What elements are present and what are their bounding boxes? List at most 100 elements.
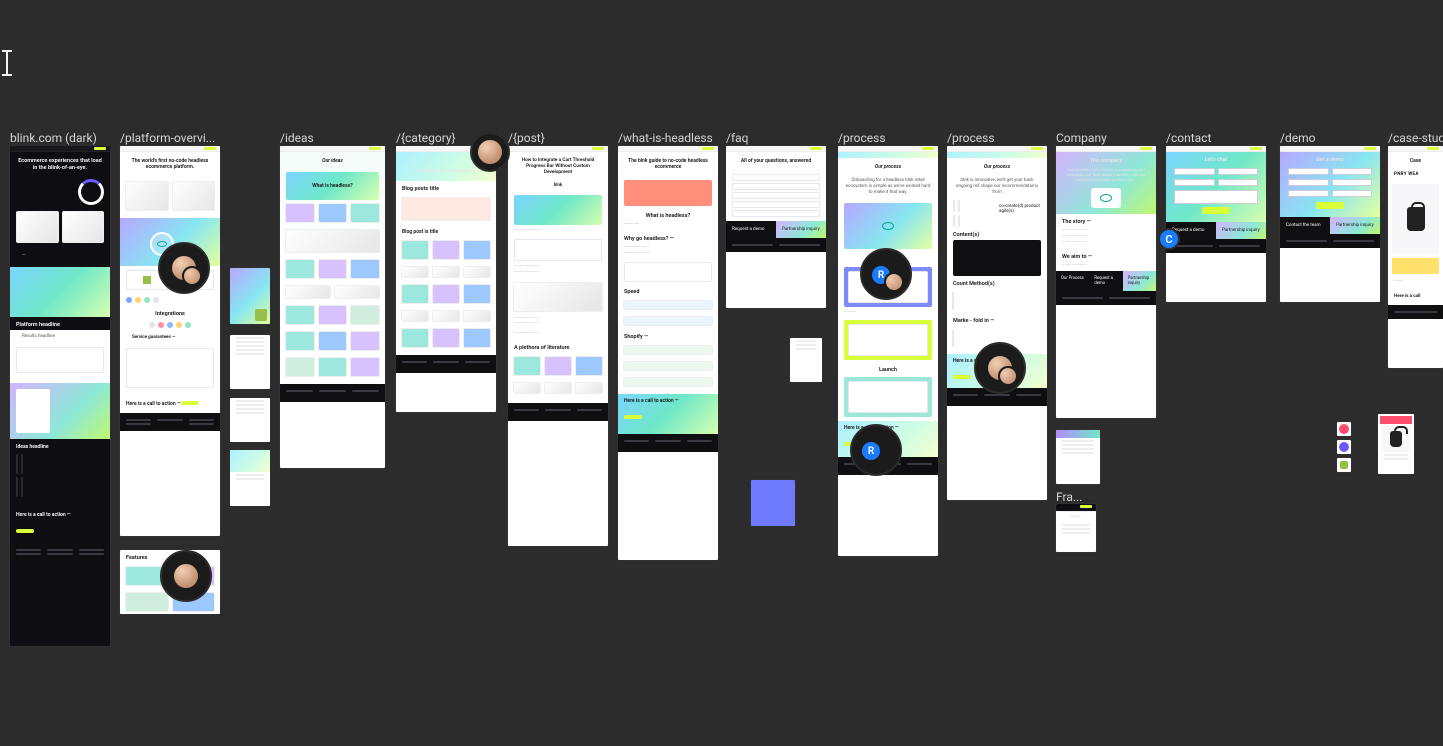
presence-avatar-3[interactable] — [470, 132, 510, 172]
frame-faq-asset-1[interactable] — [790, 338, 822, 382]
frame-platform-asset-1[interactable] — [230, 268, 270, 324]
category-blog-title: Blog posts title — [396, 181, 496, 194]
process2-subtitle: blnk is innovative, we'll get your back … — [947, 178, 1047, 200]
process2-make-heading: Marke - fold in — — [947, 313, 1047, 326]
process1-launch-heading: Launch — [838, 362, 938, 375]
demo-title: Get a demo — [1288, 157, 1372, 163]
avatar-letter: R — [860, 440, 882, 462]
frame-platform[interactable]: The world's first no-code headless ecomm… — [120, 146, 220, 536]
dot-icon — [1339, 424, 1349, 434]
frame-faq-asset-2[interactable] — [751, 480, 795, 526]
demo-submit-button[interactable] — [1316, 202, 1344, 209]
ideas-question: What is headless? — [312, 183, 352, 189]
frame-label-company[interactable]: Company — [1056, 131, 1107, 145]
presence-avatar-7[interactable]: C — [1158, 228, 1180, 250]
frame-company[interactable]: The company blnk provides full e-Comm to… — [1056, 146, 1156, 418]
company-title: The company — [1062, 158, 1150, 164]
platform-integrations-heading: Integrations — [120, 306, 220, 319]
frame-label-case[interactable]: /case-stud — [1388, 131, 1443, 145]
frame-label-process2[interactable]: /process — [947, 131, 995, 145]
contact-submit-button[interactable] — [1202, 207, 1230, 214]
frame-demo[interactable]: Get a demo Contact the team Partnership … — [1280, 146, 1380, 302]
post-literature-heading: A plethora of literature — [508, 340, 608, 353]
case-brand: PNRY WEA — [1388, 172, 1443, 182]
dot-icon — [1339, 442, 1349, 452]
frame-label-process1[interactable]: /process — [838, 131, 886, 145]
headless-hero: The blnk guide to no-code headless ecomm… — [618, 152, 718, 178]
eye-icon — [1100, 194, 1112, 202]
faq-partner-card[interactable]: Partnership inquiry — [776, 221, 826, 238]
frame-platform-asset-4[interactable] — [230, 450, 270, 506]
frame-case-study[interactable]: Case PNRY WEA ........ Here is a call — [1388, 146, 1443, 368]
frame-label-home[interactable]: blink.com (dark) — [10, 131, 97, 145]
faq-demo-card[interactable]: Request a demo — [726, 221, 776, 238]
frame-label-faq[interactable]: /faq — [726, 131, 748, 145]
platform-cta: Here is a call to action — — [126, 401, 181, 407]
frame-process-1[interactable]: Our process Onboarding for a headless bl… — [838, 146, 938, 556]
frame-platform-asset-2[interactable] — [230, 335, 270, 389]
frame-platform-asset-3[interactable] — [230, 398, 270, 442]
text-cursor — [6, 52, 8, 74]
frame-company-asset[interactable] — [1056, 430, 1100, 484]
headless-speed-heading: Speed — [618, 284, 718, 297]
frame-label-headless[interactable]: /what-is-headless — [618, 131, 713, 145]
frame-label-post[interactable]: /{post} — [508, 131, 545, 145]
headless-why-heading: Why go headless? — — [618, 231, 718, 244]
frame-faq[interactable]: All of your questions, answered Request … — [726, 146, 826, 308]
frame-company-brand[interactable]: blnk — [1056, 504, 1096, 552]
design-canvas[interactable]: blink.com (dark) /platform-overvi... /id… — [0, 0, 1443, 746]
frame-label-demo[interactable]: /demo — [1280, 131, 1315, 145]
frame-category[interactable]: Ecommerce commerce Blog posts title Blog… — [396, 146, 496, 412]
process1-subtitle: Onboarding for a headless blnk retail ec… — [838, 178, 938, 200]
headless-cta: Here is a call to action — — [624, 398, 679, 404]
backpack-icon — [1390, 431, 1402, 447]
presence-avatar-4[interactable]: R — [860, 248, 912, 300]
frame-label-extra[interactable]: Fra... — [1056, 490, 1082, 504]
process2-content-heading: Content(s) — [947, 227, 1047, 240]
demo-contact-card[interactable]: Contact the team — [1280, 217, 1330, 234]
headless-what-heading: What is headless? — [618, 208, 718, 221]
ideas-title: Our ideas — [280, 152, 385, 172]
company-story-heading: The story — — [1056, 214, 1156, 227]
frame-headless[interactable]: The blnk guide to no-code headless ecomm… — [618, 146, 718, 560]
frame-label-ideas[interactable]: /ideas — [280, 131, 314, 145]
presence-avatar-5[interactable]: R — [850, 424, 902, 476]
demo-partner-card[interactable]: Partnership inquiry — [1330, 217, 1380, 234]
frame-contact[interactable]: Let's chat Request a demo Partnership in… — [1166, 146, 1266, 302]
category-post-title: Blog post is title — [396, 224, 496, 237]
presence-avatar-6[interactable] — [974, 342, 1026, 394]
case-title: Case — [1388, 152, 1443, 172]
frame-label-category[interactable]: /{category} — [396, 131, 456, 145]
eye-icon — [157, 241, 167, 247]
presence-avatar-1[interactable] — [158, 242, 210, 294]
frame-label-contact[interactable]: /contact — [1166, 131, 1211, 145]
frame-demo-asset-2[interactable] — [1337, 440, 1351, 454]
company-aim-heading: We aim to — — [1056, 249, 1156, 262]
contact-title: Let's chat — [1174, 157, 1258, 163]
faq-title: All of your questions, answered — [726, 152, 826, 172]
company-demo-card[interactable]: Request a demo — [1089, 271, 1122, 291]
home-hero: Ecommerce experiences that load in the b… — [10, 152, 110, 179]
process1-title: Our process — [838, 158, 938, 178]
frame-demo-asset-1[interactable] — [1337, 422, 1351, 436]
home-results-heading: Results headline — [16, 334, 104, 344]
company-partner-card[interactable]: Partnership inquiry — [1123, 271, 1156, 291]
frame-ideas[interactable]: Our ideas What is headless? — [280, 146, 385, 468]
headless-shopify-heading: Shopify — — [618, 329, 718, 342]
frame-process-2[interactable]: Our process blnk is innovative, we'll ge… — [947, 146, 1047, 500]
frame-case-asset[interactable] — [1378, 414, 1414, 474]
frame-home[interactable]: Ecommerce experiences that load in the b… — [10, 146, 110, 646]
platform-hero: The world's first no-code headless ecomm… — [120, 152, 220, 178]
company-brand-text: blnk — [1056, 512, 1096, 522]
post-brand: blnk — [508, 183, 608, 193]
category-title: Ecommerce commerce — [418, 168, 475, 174]
company-subtitle: blnk provides full e-Comm to marketing a… — [1062, 167, 1150, 182]
platform-guarantees-heading: Service guarantees — — [126, 335, 214, 345]
frame-label-platform[interactable]: /platform-overvi... — [120, 131, 215, 145]
shopify-icon — [1340, 461, 1348, 469]
company-process-card[interactable]: Our Process — [1056, 271, 1089, 291]
contact-partner-card[interactable]: Partnership inquiry — [1216, 222, 1266, 239]
frame-post[interactable]: How to Integrate a Cart Threshold Progre… — [508, 146, 608, 546]
frame-demo-asset-3[interactable] — [1337, 458, 1351, 472]
presence-avatar-2[interactable] — [160, 550, 212, 602]
